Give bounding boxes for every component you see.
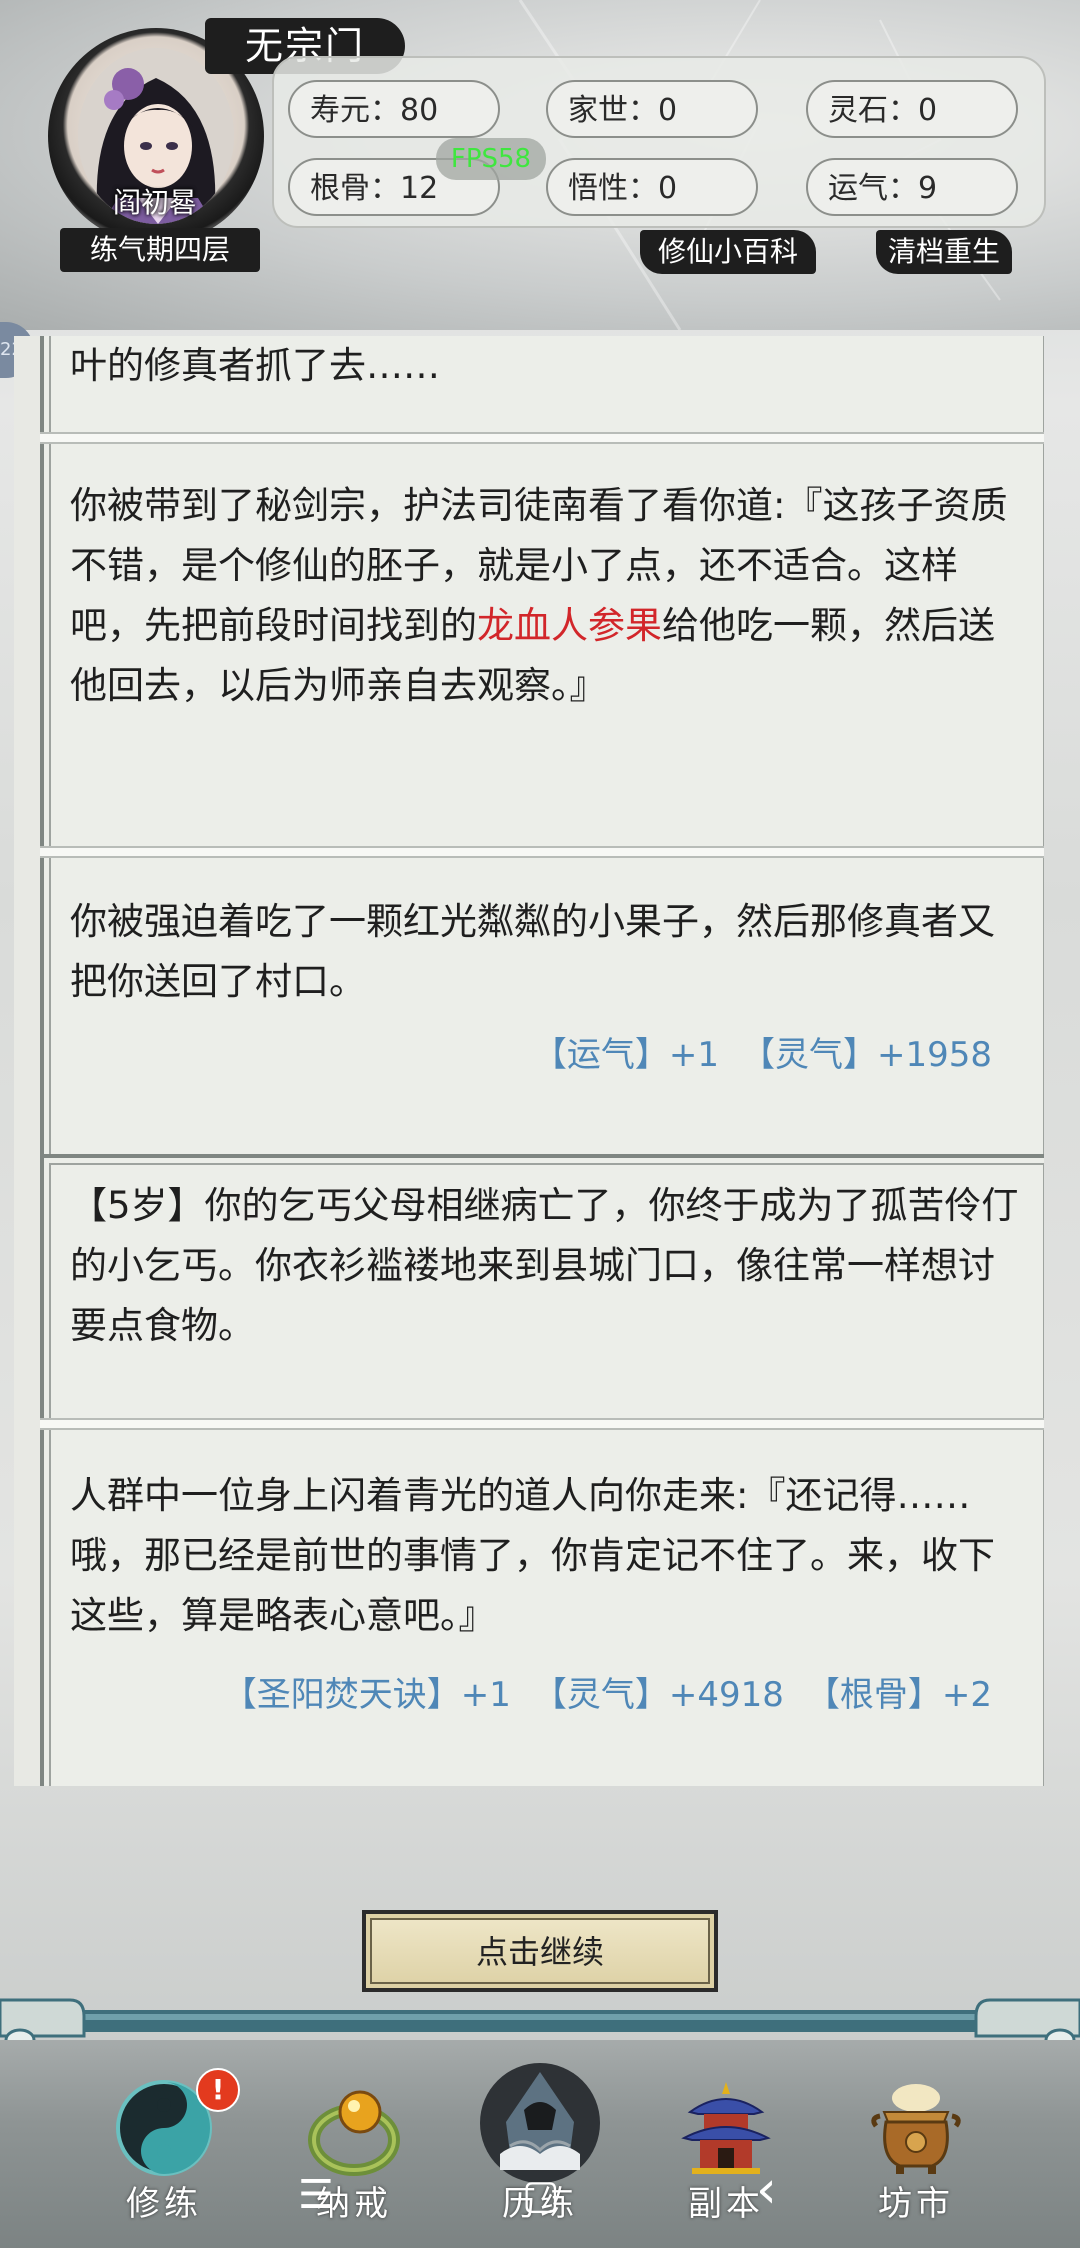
story-log[interactable]: 叶的修真者抓了去…… 你被带到了秘剑宗，护法司徒南看了看你道:『这孩子资质不错，…	[14, 336, 1044, 1786]
player-name: 阎初晷	[112, 186, 197, 219]
encyclopedia-button[interactable]: 修仙小百科	[640, 230, 816, 274]
reward-root-bone: 【根骨】+2	[805, 1675, 992, 1715]
nav-market[interactable]: 坊市	[836, 2068, 996, 2228]
card-divider	[40, 432, 1044, 444]
reward-qi: 【灵气】+1958	[740, 1035, 992, 1075]
story-text-2: 你被强迫着吃了一颗红光粼粼的小果子，然后那修真者又把你送回了村口。	[70, 900, 995, 1003]
continue-button[interactable]: 点击继续	[362, 1910, 718, 1992]
ring-icon	[308, 2090, 400, 2176]
highlight-item-name: 龙血人参果	[477, 604, 662, 647]
nav-label: 副本	[688, 2184, 764, 2224]
restart-button[interactable]: 清档重生	[876, 230, 1012, 274]
stat-spirit-stones: 灵石：0	[806, 80, 1018, 138]
cultivation-realm: 练气期四层	[60, 228, 260, 272]
system-back-button[interactable]: ‹	[756, 2160, 777, 2220]
nav-label: 坊市	[878, 2184, 954, 2224]
reward-line-1: 【运气】+1 【灵气】+1958	[511, 1030, 992, 1080]
system-menu-button[interactable]: ☰	[298, 2172, 334, 2218]
hooded-figure-icon	[480, 2063, 600, 2183]
alert-badge: !	[196, 2068, 240, 2112]
system-home-button[interactable]: ▢	[522, 2172, 560, 2218]
status-header: 无宗门 阎初晷 练气期四层 寿元：80 家世：0 灵石：0 根骨：12 悟性：0…	[0, 0, 1080, 330]
stat-comprehension: 悟性：0	[546, 158, 758, 216]
stat-family: 家世：0	[546, 80, 758, 138]
story-text-3: 【5岁】你的乞丐父母相继病亡了，你终于成为了孤苦伶仃的小乞丐。你衣衫褴褛地来到县…	[70, 1184, 1019, 1347]
reward-luck: 【运气】+1	[532, 1035, 719, 1075]
reward-technique: 【圣阳焚天诀】+1	[222, 1675, 511, 1715]
story-text-4: 人群中一位身上闪着青光的道人向你走来:『还记得……哦，那已经是前世的事情了，你肯…	[70, 1474, 995, 1637]
nav-cultivate[interactable]: ! 修练	[84, 2068, 244, 2228]
nav-dungeon[interactable]: 副本	[646, 2068, 806, 2228]
reward-line-2: 【圣阳焚天诀】+1 【灵气】+4918 【根骨】+2	[201, 1670, 992, 1720]
card-divider	[40, 1418, 1044, 1430]
fps-counter: FPS58	[436, 138, 546, 180]
story-text-1: 你被带到了秘剑宗，护法司徒南看了看你道:『这孩子资质不错，是个修仙的胚子，就是小…	[70, 484, 1008, 707]
stat-luck: 运气：9	[806, 158, 1018, 216]
cauldron-icon	[871, 2084, 961, 2174]
stat-lifespan: 寿元：80	[288, 80, 500, 138]
reward-qi: 【灵气】+4918	[532, 1675, 784, 1715]
nav-label: 修练	[126, 2184, 202, 2224]
card-divider	[40, 846, 1044, 858]
story-text-partial: 叶的修真者抓了去……	[70, 344, 440, 387]
